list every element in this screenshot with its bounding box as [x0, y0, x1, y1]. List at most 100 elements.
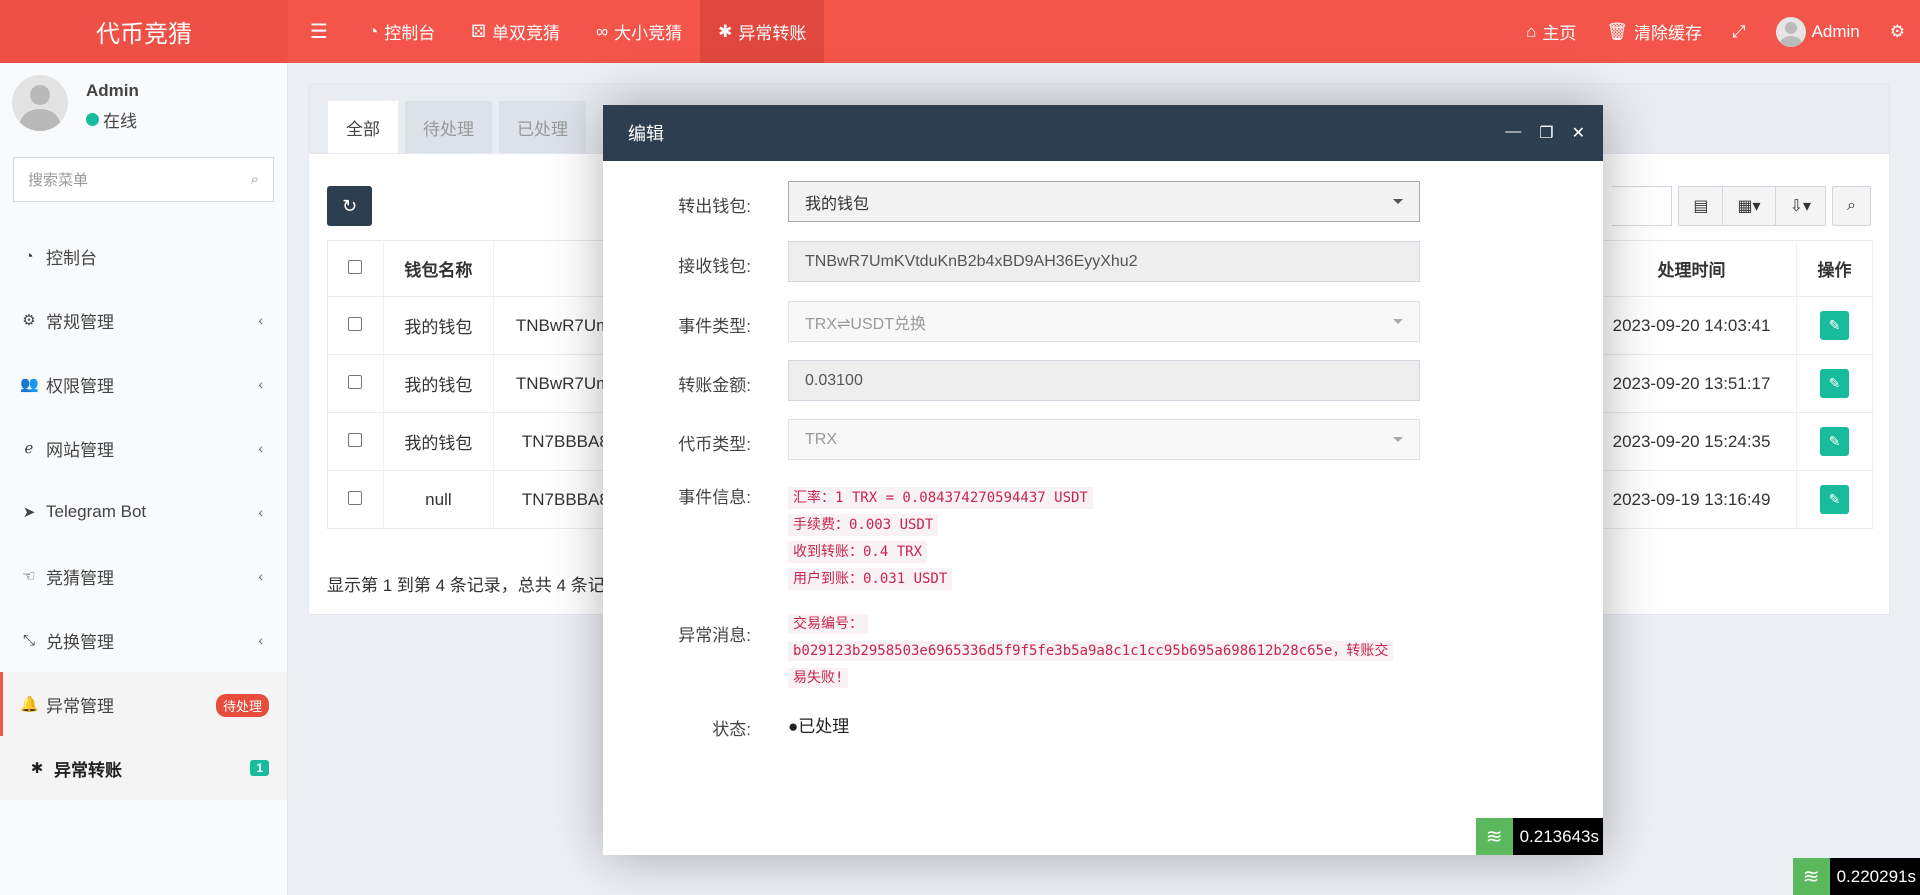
header-right: ⌂ 主页 🗑 清除缓存 ⤢ Admin ⚙	[1511, 0, 1920, 63]
toggle-view-button[interactable]: ▤	[1678, 186, 1724, 226]
search-icon: ⌕	[250, 171, 259, 188]
tab-all[interactable]: 全部	[328, 101, 398, 153]
clear-cache-button[interactable]: 🗑 清除缓存	[1591, 0, 1717, 63]
table-tools: ▤ ▦▾ ⇩▾ ⌕	[1612, 186, 1871, 226]
edit-button[interactable]: ✎	[1819, 369, 1849, 398]
from-wallet-select[interactable]: 我的钱包	[788, 181, 1420, 222]
expand-icon: ⤢	[1731, 21, 1746, 41]
chevron-left-icon: ‹	[258, 440, 263, 456]
sidebar-item-dashboard[interactable]: ◔ 控制台	[0, 224, 287, 288]
dashboard-icon: ◔	[367, 21, 379, 41]
exchange-icon: ⤡	[22, 631, 35, 649]
count-badge: 1	[250, 760, 269, 776]
chevron-left-icon: ‹	[258, 312, 263, 328]
nav-tab-size[interactable]: ∞ 大小竞猜	[578, 0, 700, 63]
sidebar-item-guess[interactable]: ☜ 竞猜管理 ‹	[0, 544, 287, 608]
col-process-time[interactable]: 处理时间	[1586, 240, 1797, 297]
form-row-amount: 转账金额: 0.03100	[603, 360, 1603, 401]
user-menu[interactable]: Admin	[1761, 0, 1875, 63]
chevron-left-icon: ‹	[258, 632, 263, 648]
refresh-icon: ↻	[341, 195, 358, 216]
sidebar-item-permission[interactable]: 👥 权限管理 ‹	[0, 352, 287, 416]
sidebar-item-general[interactable]: ⚙ 常规管理 ‹	[0, 288, 287, 352]
chevron-left-icon: ‹	[258, 568, 263, 584]
fullscreen-button[interactable]: ⤢	[1717, 0, 1761, 63]
pencil-icon: ✎	[1828, 375, 1841, 391]
minimize-button[interactable]: —	[1505, 123, 1521, 143]
sidebar-subitem-abnormal-transfer[interactable]: ✱ 异常转账 1	[0, 736, 287, 800]
caret-down-icon	[1393, 319, 1403, 324]
settings-button[interactable]: ⚙	[1875, 0, 1920, 63]
size-icon: ∞	[596, 21, 609, 41]
user-name: Admin	[86, 81, 139, 100]
avatar	[12, 75, 68, 131]
amount-field[interactable]: 0.03100	[788, 360, 1420, 401]
tab-processed[interactable]: 已处理	[499, 101, 586, 153]
export-button[interactable]: ⇩▾	[1775, 186, 1827, 226]
close-button[interactable]: ✕	[1572, 123, 1585, 143]
trash-icon: 🗑	[1606, 21, 1628, 41]
event-type-select[interactable]: TRX⇌USDT兑换	[788, 301, 1420, 342]
caret-down-icon	[1393, 437, 1403, 442]
pencil-icon: ✎	[1828, 491, 1841, 507]
edit-modal: 编辑 — ❐ ✕ 转出钱包: 我的钱包 接收钱包: TNBwR7UmKVtduK…	[603, 105, 1603, 855]
error-message-block: 交易编号： b029123b2958503e6965336d5f9f5fe3b5…	[788, 611, 1420, 692]
sidebar: Admin 在线 搜索菜单 ⌕ ◔ 控制台 ⚙ 常规管理 ‹ 👥 权限管理 ‹ ℯ 网站管理…	[0, 63, 288, 895]
ie-icon: ℯ	[24, 440, 34, 457]
edit-button[interactable]: ✎	[1819, 485, 1849, 514]
sidebar-item-telegram[interactable]: ➤ Telegram Bot ‹	[0, 480, 287, 544]
chevron-left-icon: ‹	[258, 504, 263, 520]
pencil-icon: ✎	[1828, 433, 1841, 449]
page-timer-badge: ≋ 0.220291s	[1792, 858, 1920, 895]
sidebar-toggle-button[interactable]: ☰	[288, 0, 350, 63]
nav-tab-dashboard[interactable]: ◔ 控制台	[350, 0, 453, 63]
dice-icon: ⚄	[471, 21, 486, 41]
cogs-icon: ⚙	[22, 312, 36, 329]
row-checkbox[interactable]	[348, 432, 363, 447]
col-action: 操作	[1796, 240, 1874, 297]
modal-header[interactable]: 编辑 — ❐ ✕	[603, 105, 1603, 161]
table-search-input[interactable]	[1612, 186, 1673, 226]
edit-button[interactable]: ✎	[1819, 311, 1849, 340]
form-row-event-info: 事件信息: 汇率：1 TRX = 0.084374270594437 USDT …	[603, 479, 1603, 590]
sidebar-item-abnormal[interactable]: 🔔 异常管理 待处理	[0, 672, 287, 736]
grid-icon: ▦▾	[1737, 198, 1761, 215]
row-checkbox[interactable]	[348, 374, 363, 389]
hand-icon: ☜	[22, 568, 36, 585]
refresh-button[interactable]: ↻	[327, 186, 372, 226]
menu-search-input[interactable]: 搜索菜单 ⌕	[13, 157, 274, 202]
row-checkbox[interactable]	[348, 316, 363, 331]
columns-button[interactable]: ▦▾	[1723, 186, 1776, 226]
to-wallet-field[interactable]: TNBwR7UmKVtduKnB2b4xBD9AH36EyyXhu2	[788, 241, 1420, 282]
maximize-button[interactable]: ❐	[1539, 123, 1553, 143]
app-logo[interactable]: 代币竞猜	[0, 0, 288, 63]
debugbar-logo-icon: ≋	[1475, 818, 1513, 855]
home-link[interactable]: ⌂ 主页	[1511, 0, 1591, 63]
toolbar: ↻	[327, 186, 372, 226]
form-row-status: 状态: ●已处理	[603, 705, 1603, 740]
modal-timer-badge: ≋ 0.213643s	[1475, 818, 1603, 855]
bug-icon: ✱	[718, 21, 733, 41]
modal-title: 编辑	[628, 124, 664, 144]
top-header: 代币竞猜 ☰ ◔ 控制台 ⚄ 单双竞猜 ∞ 大小竞猜 ✱ 异常转账 ⌂ 主页 🗑 清除缓存 …	[0, 0, 1920, 63]
edit-button[interactable]: ✎	[1819, 427, 1849, 456]
sidebar-item-website[interactable]: ℯ 网站管理 ‹	[0, 416, 287, 480]
caret-down-icon	[1393, 199, 1403, 204]
row-checkbox[interactable]	[348, 490, 363, 505]
gears-icon: ⚙	[1889, 21, 1905, 41]
user-status: 在线	[86, 107, 139, 132]
pagination-info: 显示第 1 到第 4 条记录，总共 4 条记	[327, 576, 605, 595]
nav-tab-abnormal-transfer[interactable]: ✱ 异常转账	[700, 0, 825, 63]
search-button[interactable]: ⌕	[1832, 186, 1871, 226]
online-dot-icon	[86, 113, 99, 126]
tab-pending[interactable]: 待处理	[405, 101, 492, 153]
col-wallet-name[interactable]: 钱包名称	[383, 240, 494, 297]
menu-icon: ☰	[310, 21, 328, 43]
header-nav: ☰ ◔ 控制台 ⚄ 单双竞猜 ∞ 大小竞猜 ✱ 异常转账	[288, 0, 825, 63]
select-all-checkbox[interactable]	[348, 259, 363, 274]
nav-tab-odd-even[interactable]: ⚄ 单双竞猜	[453, 0, 578, 63]
token-type-select[interactable]: TRX	[788, 419, 1420, 460]
group-icon: 👥	[20, 376, 39, 393]
sidebar-item-exchange[interactable]: ⤡ 兑换管理 ‹	[0, 608, 287, 672]
form-row-event-type: 事件类型: TRX⇌USDT兑换	[603, 301, 1603, 342]
